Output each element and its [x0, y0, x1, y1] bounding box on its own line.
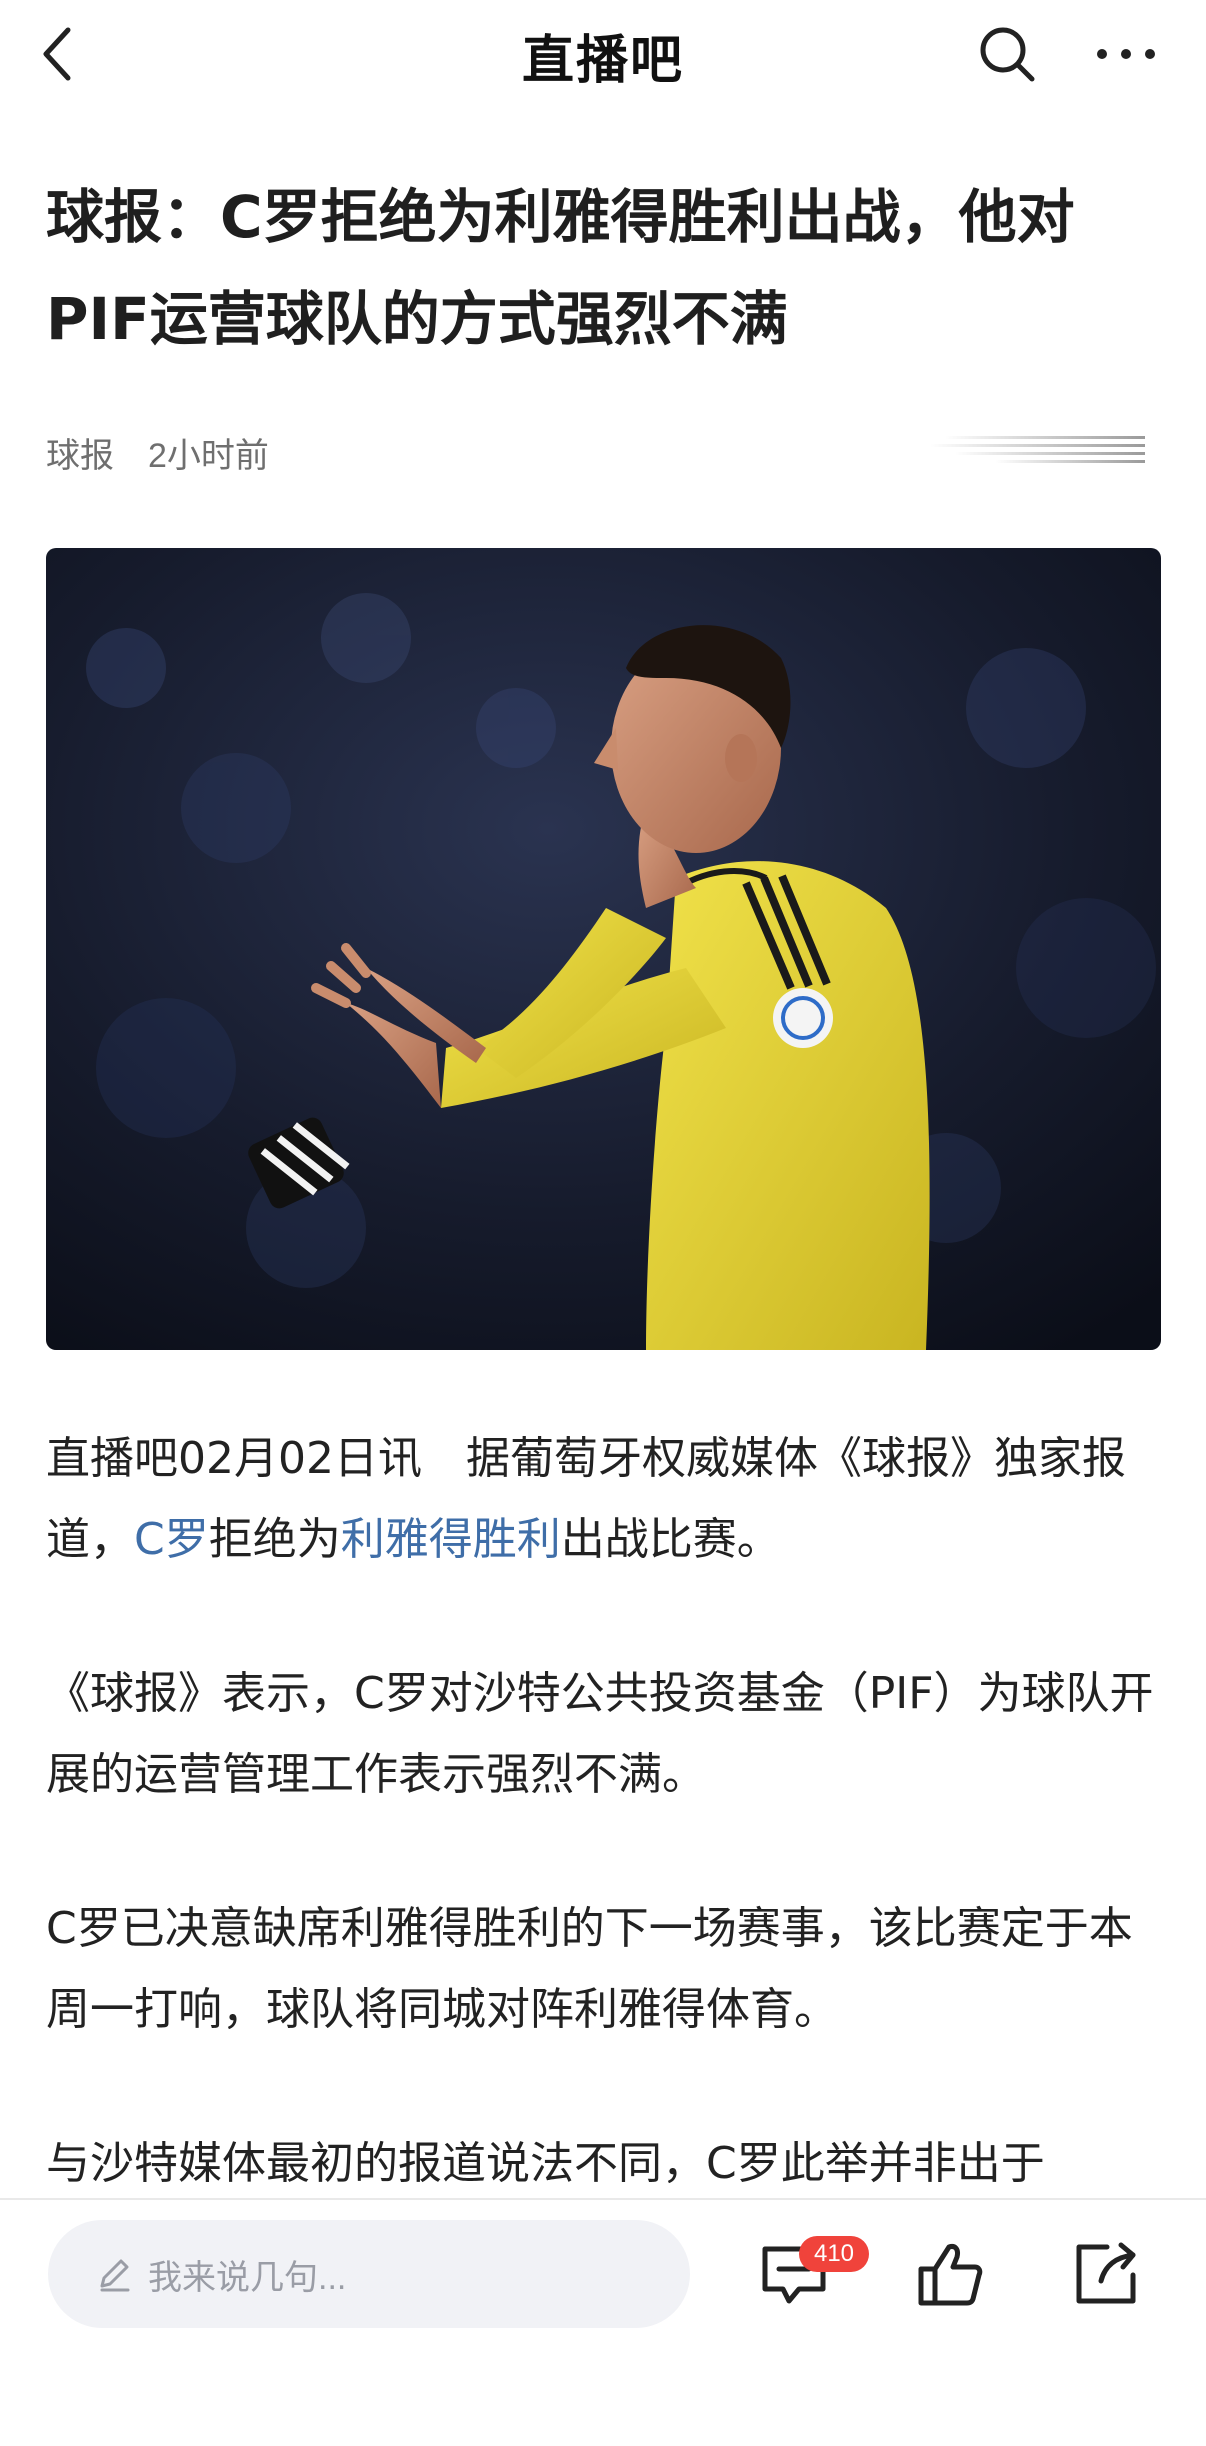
bottom-action-bar: 我来说几句... 410: [0, 2198, 1206, 2446]
pen-icon: [94, 2254, 134, 2294]
paragraph-1: 直播吧02月02日讯 据葡萄牙权威媒体《球报》独家报道，C罗拒绝为利雅得胜利出战…: [46, 1418, 1164, 1580]
watermark-lines: [930, 432, 1145, 470]
article-hero-image[interactable]: [46, 548, 1161, 1350]
like-button[interactable]: [910, 2234, 990, 2314]
search-icon: [980, 27, 1035, 82]
article-time: 2小时前: [148, 436, 269, 475]
comment-count-badge: 410: [799, 2236, 869, 2272]
paragraph-text: 出战比赛。: [560, 1514, 781, 1565]
more-button[interactable]: [1090, 22, 1162, 86]
tag-link-cristiano[interactable]: C罗: [134, 1514, 209, 1565]
article-title: 球报：C罗拒绝为利雅得胜利出战，他对PIF运营球队的方式强烈不满: [46, 183, 1075, 353]
comment-placeholder: 我来说几句...: [148, 2258, 347, 2297]
more-dots-icon: [1097, 49, 1155, 59]
player-photo: [46, 548, 1161, 1350]
search-button[interactable]: [975, 22, 1039, 86]
thumbs-up-icon: [918, 2244, 983, 2306]
tag-link-al-nassr[interactable]: 利雅得胜利: [341, 1514, 561, 1565]
paragraph-3: C罗已决意缺席利雅得胜利的下一场赛事，该比赛定于本周一打响，球队将同城对阵利雅得…: [46, 1903, 1133, 2035]
article-body: 直播吧02月02日讯 据葡萄牙权威媒体《球报》独家报道，C罗拒绝为利雅得胜利出战…: [46, 1418, 1164, 2277]
share-icon: [1076, 2242, 1136, 2304]
share-button[interactable]: [1066, 2234, 1146, 2314]
paragraph-4: 与沙特媒体最初的报道说法不同，C罗此举并非出于: [46, 2138, 1045, 2189]
comment-input[interactable]: 我来说几句...: [48, 2220, 690, 2328]
article-source[interactable]: 球报: [46, 428, 114, 477]
paragraph-text: 拒绝为: [208, 1514, 341, 1565]
article-meta: 球报 2小时前: [46, 424, 269, 480]
top-nav-bar: 直播吧: [0, 0, 1206, 108]
paragraph-2: 《球报》表示，C罗对沙特公共投资基金（PIF）为球队开展的运营管理工作表示强烈不…: [46, 1668, 1154, 1800]
